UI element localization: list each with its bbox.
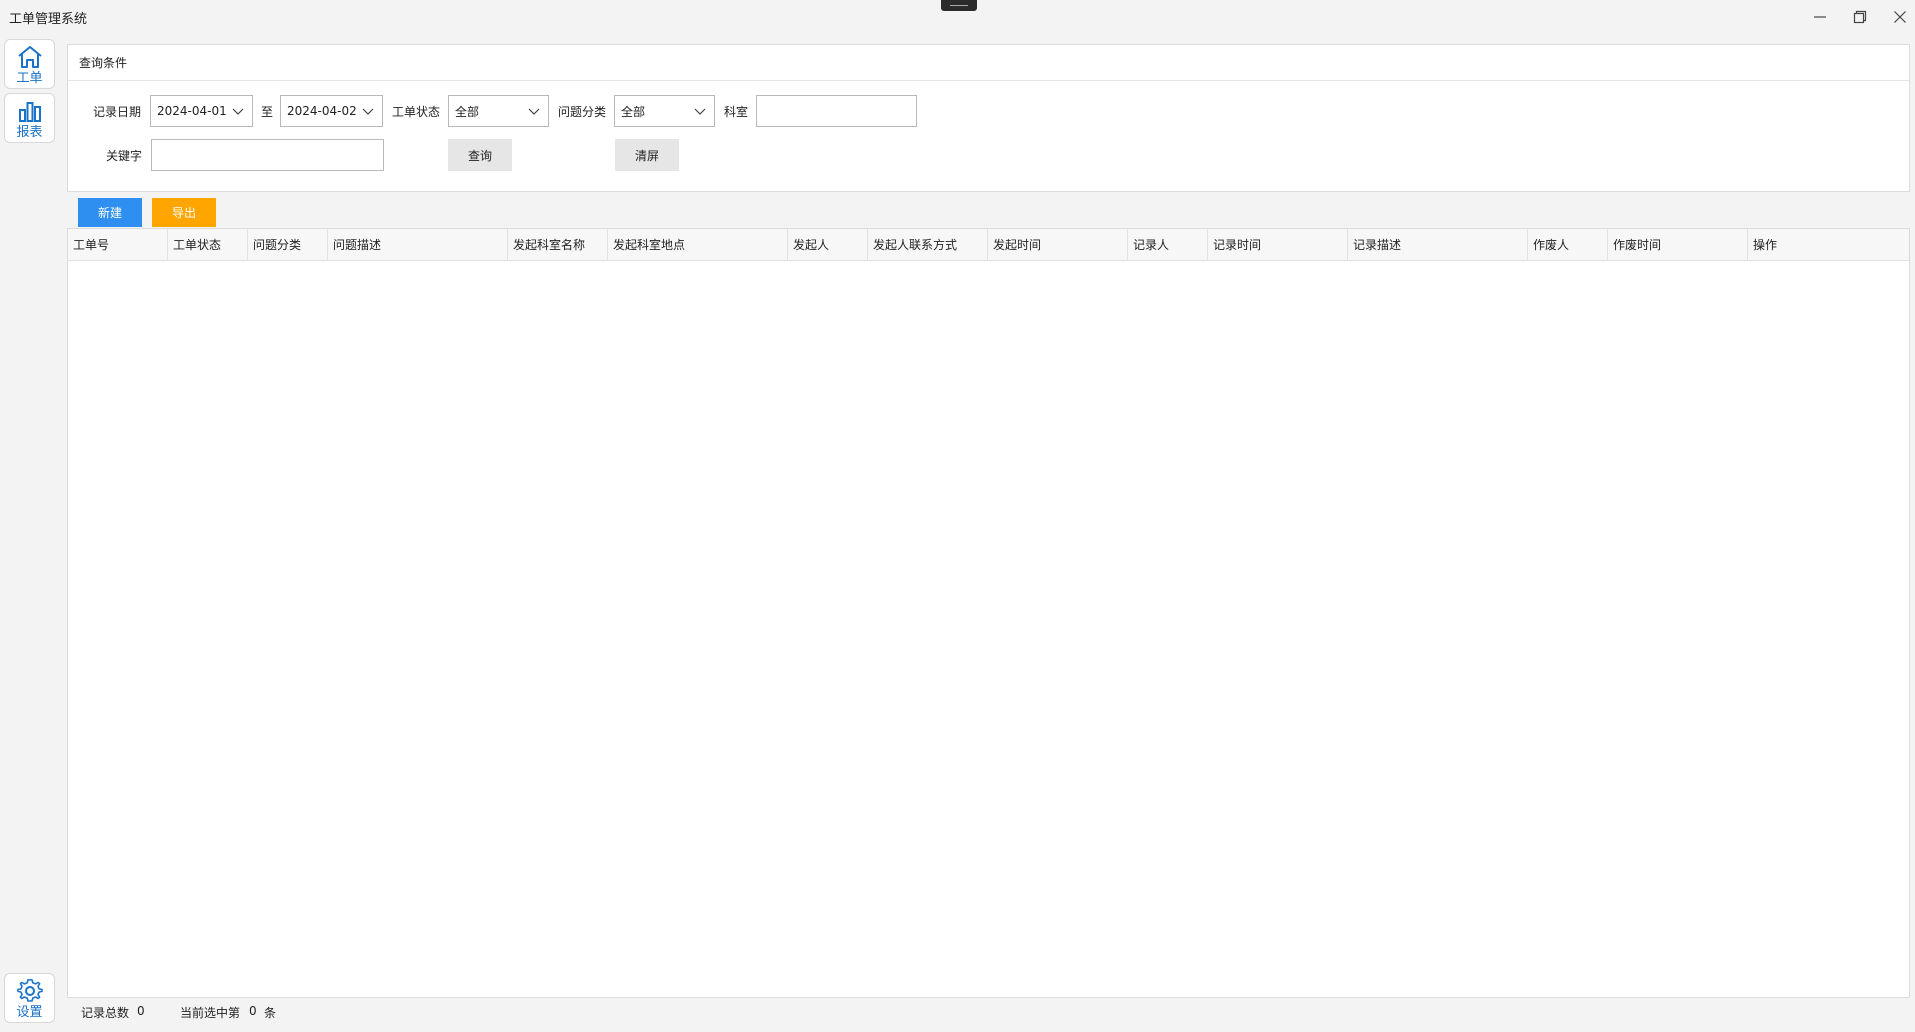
- column-header-initiator-contact[interactable]: 发起人联系方式: [868, 229, 988, 261]
- workorder-table: 工单号 工单状态 问题分类 问题描述 发起科室名称 发起科室地点 发起人 发起人…: [67, 228, 1910, 998]
- total-label: 记录总数: [81, 1006, 130, 1020]
- chevron-down-icon: [694, 108, 706, 115]
- keyword-input[interactable]: [151, 139, 384, 171]
- sidebar-item-label: 工单: [16, 71, 43, 86]
- search-button[interactable]: 查询: [448, 139, 512, 171]
- dept-input[interactable]: [756, 95, 917, 127]
- column-header-status[interactable]: 工单状态: [168, 229, 248, 261]
- to-label: 至: [261, 105, 274, 119]
- date-label: 记录日期: [93, 105, 142, 119]
- column-header-workorder-no[interactable]: 工单号: [68, 229, 168, 261]
- status-bar: 记录总数 0 当前选中第 0 条: [67, 998, 1910, 1024]
- chevron-down-icon: [232, 108, 244, 115]
- sidebar-item-workorder[interactable]: 工单: [4, 39, 55, 89]
- date-from-picker[interactable]: 2024-04-01: [150, 95, 253, 127]
- drag-handle[interactable]: [941, 0, 977, 11]
- column-header-category[interactable]: 问题分类: [248, 229, 328, 261]
- gear-icon: [16, 979, 43, 1002]
- dept-label: 科室: [724, 105, 749, 119]
- date-to-value: 2024-04-02: [287, 104, 357, 118]
- app-title: 工单管理系统: [9, 12, 88, 27]
- close-button[interactable]: [1880, 4, 1915, 30]
- minimize-icon: [1814, 16, 1826, 18]
- column-header-voider[interactable]: 作废人: [1528, 229, 1608, 261]
- sidebar-item-label: 报表: [16, 125, 43, 140]
- panel-divider: [68, 80, 1909, 81]
- status-select[interactable]: 全部: [448, 95, 549, 127]
- title-bar: 工单管理系统: [0, 0, 1915, 34]
- restore-button[interactable]: [1840, 4, 1880, 30]
- column-header-void-time[interactable]: 作废时间: [1608, 229, 1748, 261]
- category-select-value: 全部: [621, 104, 646, 119]
- table-header: 工单号 工单状态 问题分类 问题描述 发起科室名称 发起科室地点 发起人 发起人…: [68, 229, 1909, 261]
- panel-title: 查询条件: [79, 56, 128, 70]
- query-panel: 查询条件 记录日期 2024-04-01 至 2024-04-02 工单状态 全…: [67, 44, 1910, 192]
- sidebar: 工单 报表 设置: [0, 36, 60, 1032]
- sidebar-item-label: 设置: [16, 1005, 43, 1020]
- bar-chart-icon: [18, 102, 41, 122]
- column-header-initiated-time[interactable]: 发起时间: [988, 229, 1128, 261]
- date-from-value: 2024-04-01: [157, 104, 227, 118]
- selected-unit: 条: [264, 1006, 277, 1020]
- column-header-initiator[interactable]: 发起人: [788, 229, 868, 261]
- total-count: 0: [137, 1004, 145, 1018]
- column-header-dept-location[interactable]: 发起科室地点: [608, 229, 788, 261]
- selected-label: 当前选中第: [180, 1006, 241, 1020]
- export-button[interactable]: 导出: [152, 198, 216, 227]
- minimize-button[interactable]: [1800, 4, 1840, 30]
- sidebar-item-settings[interactable]: 设置: [4, 973, 55, 1023]
- date-to-picker[interactable]: 2024-04-02: [280, 95, 383, 127]
- category-label: 问题分类: [558, 105, 607, 119]
- sidebar-item-report[interactable]: 报表: [4, 93, 55, 143]
- status-select-value: 全部: [455, 104, 480, 119]
- clear-button[interactable]: 清屏: [615, 139, 679, 171]
- chevron-down-icon: [362, 108, 374, 115]
- column-header-record-desc[interactable]: 记录描述: [1348, 229, 1528, 261]
- home-icon: [17, 46, 42, 68]
- status-label: 工单状态: [392, 105, 441, 119]
- column-header-actions[interactable]: 操作: [1748, 229, 1911, 261]
- restore-icon: [1853, 10, 1867, 24]
- column-header-dept-name[interactable]: 发起科室名称: [508, 229, 608, 261]
- column-header-description[interactable]: 问题描述: [328, 229, 508, 261]
- selected-index: 0: [249, 1004, 257, 1018]
- new-button[interactable]: 新建: [78, 198, 142, 227]
- column-header-record-time[interactable]: 记录时间: [1208, 229, 1348, 261]
- chevron-down-icon: [528, 108, 540, 115]
- category-select[interactable]: 全部: [614, 95, 715, 127]
- close-icon: [1894, 11, 1906, 23]
- keyword-label: 关键字: [106, 149, 143, 163]
- column-header-recorder[interactable]: 记录人: [1128, 229, 1208, 261]
